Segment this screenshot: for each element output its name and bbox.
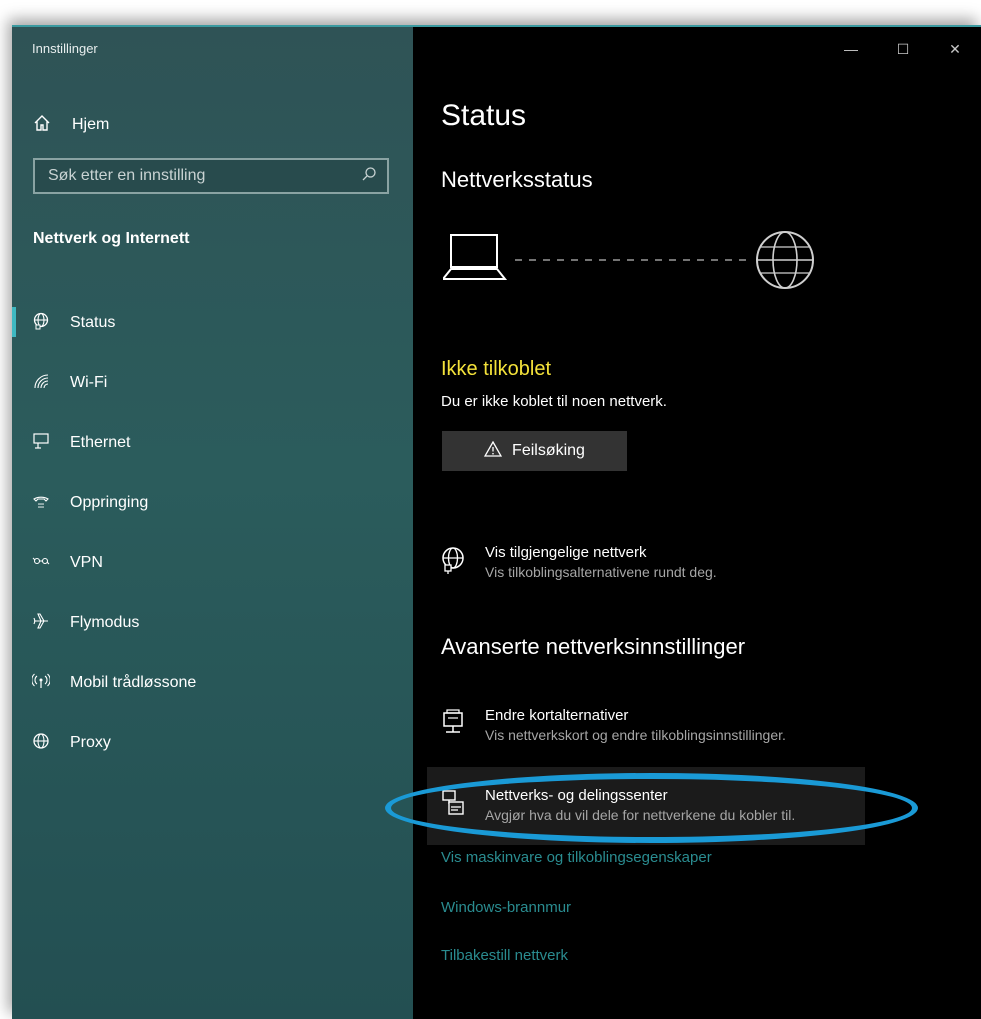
minimize-button[interactable]: — xyxy=(825,27,877,71)
sidebar-item-label: Proxy xyxy=(70,734,111,751)
laptop-icon xyxy=(443,234,508,280)
airplane-icon xyxy=(12,612,70,634)
home-icon xyxy=(12,114,72,137)
hardware-properties-link[interactable]: Vis maskinvare og tilkoblingsegenskaper xyxy=(441,849,712,866)
sidebar-item-status[interactable]: Status xyxy=(12,293,413,353)
wifi-icon xyxy=(12,372,70,394)
sidebar-item-proxy[interactable]: Proxy xyxy=(12,713,413,773)
status-text: Du er ikke koblet til noen nettverk. xyxy=(441,393,667,410)
home-label: Hjem xyxy=(72,116,110,133)
search-input[interactable] xyxy=(48,167,348,185)
network-diagram xyxy=(443,231,814,289)
advanced-heading: Avanserte nettverksinnstillinger xyxy=(441,634,746,659)
change-adapter-subtitle: Vis nettverkskort og endre tilkoblingsin… xyxy=(485,727,786,743)
show-networks-subtitle: Vis tilkoblingsalternativene rundt deg. xyxy=(485,564,717,580)
sidebar-item-hotspot[interactable]: Mobil trådløssone xyxy=(12,653,413,713)
sidebar-item-label: Mobil trådløssone xyxy=(70,674,197,691)
sidebar-item-label: Flymodus xyxy=(70,614,140,631)
network-reset-link[interactable]: Tilbakestill nettverk xyxy=(441,947,568,964)
sidebar-item-ethernet[interactable]: Ethernet xyxy=(12,413,413,473)
nav-home[interactable]: Hjem xyxy=(12,107,413,143)
globe-network-icon xyxy=(441,544,485,581)
status-title: Ikke tilkoblet xyxy=(441,358,552,380)
annotation-oval xyxy=(385,773,918,843)
close-button[interactable]: ✕ xyxy=(929,27,981,71)
sidebar-item-label: Oppringing xyxy=(70,494,149,511)
ethernet-icon xyxy=(12,432,70,454)
settings-window: Innstillinger Hjem Nettverk og Internett… xyxy=(12,25,981,1019)
globe-icon xyxy=(12,732,70,754)
dialup-icon xyxy=(12,492,70,514)
vpn-icon xyxy=(12,552,70,574)
sidebar-item-label: Status xyxy=(70,314,116,331)
search-icon[interactable] xyxy=(361,166,377,187)
maximize-button[interactable]: ☐ xyxy=(877,27,929,71)
sidebar-item-dialup[interactable]: Oppringing xyxy=(12,473,413,533)
section-title: Nettverk og Internett xyxy=(33,230,190,247)
globe-network-icon xyxy=(12,312,70,334)
change-adapter-link[interactable]: Endre kortalternativer Vis nettverkskort… xyxy=(441,707,786,744)
show-networks-link[interactable]: Vis tilgjengelige nettverk Vis tilkoblin… xyxy=(441,544,717,581)
sidebar-item-wifi[interactable]: Wi-Fi xyxy=(12,353,413,413)
sidebar: Innstillinger Hjem Nettverk og Internett… xyxy=(12,27,413,1019)
app-title: Innstillinger xyxy=(32,41,98,56)
sidebar-item-label: Wi-Fi xyxy=(70,374,108,391)
warning-icon xyxy=(483,440,503,462)
troubleshoot-label: Feilsøking xyxy=(512,442,585,459)
caption-buttons: — ☐ ✕ xyxy=(825,27,981,71)
change-adapter-title: Endre kortalternativer xyxy=(485,707,629,724)
network-status-heading: Nettverksstatus xyxy=(441,167,593,192)
network-adapter-icon xyxy=(441,707,485,744)
sidebar-item-airplane[interactable]: Flymodus xyxy=(12,593,413,653)
page-title: Status xyxy=(441,99,527,132)
sidebar-item-label: VPN xyxy=(70,554,103,571)
hotspot-icon xyxy=(12,672,70,694)
sidebar-item-label: Ethernet xyxy=(70,434,131,451)
active-indicator xyxy=(12,307,16,337)
main-pane: — ☐ ✕ Status Nettverksstatus Ikke tilkob… xyxy=(385,27,981,1019)
search-box[interactable] xyxy=(33,158,389,194)
sidebar-item-vpn[interactable]: VPN xyxy=(12,533,413,593)
firewall-link[interactable]: Windows-brannmur xyxy=(441,899,571,916)
internet-globe-icon xyxy=(756,231,814,289)
nav-list: Status Wi-Fi Ethernet Oppringing VPN Fly… xyxy=(12,293,413,773)
show-networks-title: Vis tilgjengelige nettverk xyxy=(485,544,647,561)
troubleshoot-button[interactable]: Feilsøking xyxy=(442,431,627,471)
